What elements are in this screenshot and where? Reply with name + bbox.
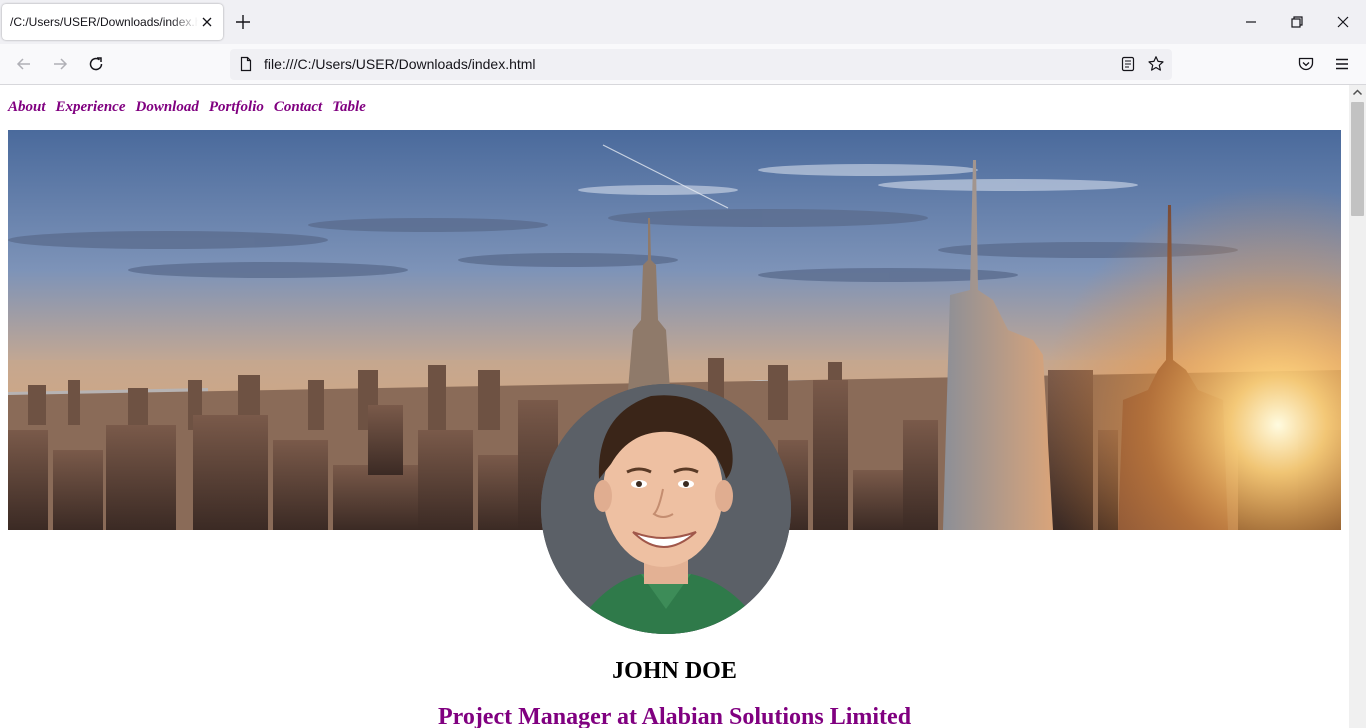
pocket-icon[interactable] [1297, 55, 1315, 73]
close-tab-icon[interactable] [199, 14, 215, 30]
page-viewport: About Experience Download Portfolio Cont… [0, 85, 1349, 728]
profile-photo [541, 384, 791, 634]
close-window-icon[interactable] [1333, 12, 1353, 32]
url-text[interactable]: file:///C:/Users/USER/Downloads/index.ht… [264, 56, 536, 72]
nav-link-table[interactable]: Table [332, 99, 366, 119]
forward-arrow-icon[interactable] [51, 55, 69, 73]
site-nav: About Experience Download Portfolio Cont… [8, 99, 366, 119]
new-tab-icon[interactable] [234, 13, 252, 31]
page-icon [240, 56, 252, 72]
nav-link-portfolio[interactable]: Portfolio [209, 99, 264, 119]
profile-role: Project Manager at Alabian Solutions Lim… [437, 704, 912, 728]
scrollbar-thumb[interactable] [1351, 102, 1364, 216]
bookmark-star-icon[interactable] [1147, 55, 1165, 73]
menu-icon[interactable] [1333, 55, 1351, 73]
reader-view-icon[interactable] [1120, 56, 1136, 72]
profile-name: JOHN DOE [612, 658, 737, 684]
reload-icon[interactable] [87, 55, 105, 73]
nav-link-contact[interactable]: Contact [274, 99, 322, 119]
scroll-up-arrow-icon[interactable] [1352, 87, 1363, 98]
minimize-icon[interactable] [1241, 12, 1261, 32]
back-arrow-icon[interactable] [15, 55, 33, 73]
nav-link-download[interactable]: Download [136, 99, 199, 119]
nav-link-about[interactable]: About [8, 99, 46, 119]
browser-toolbar: file:///C:/Users/USER/Downloads/index.ht… [0, 44, 1366, 85]
address-bar[interactable]: file:///C:/Users/USER/Downloads/index.ht… [230, 49, 1172, 80]
vertical-scrollbar[interactable] [1349, 85, 1366, 728]
restore-icon[interactable] [1287, 12, 1307, 32]
browser-tab[interactable]: /C:/Users/USER/Downloads/index.html [2, 4, 223, 40]
tab-strip: /C:/Users/USER/Downloads/index.html [0, 0, 1366, 44]
tab-title: /C:/Users/USER/Downloads/index.html [10, 15, 198, 29]
nav-link-experience[interactable]: Experience [56, 99, 126, 119]
